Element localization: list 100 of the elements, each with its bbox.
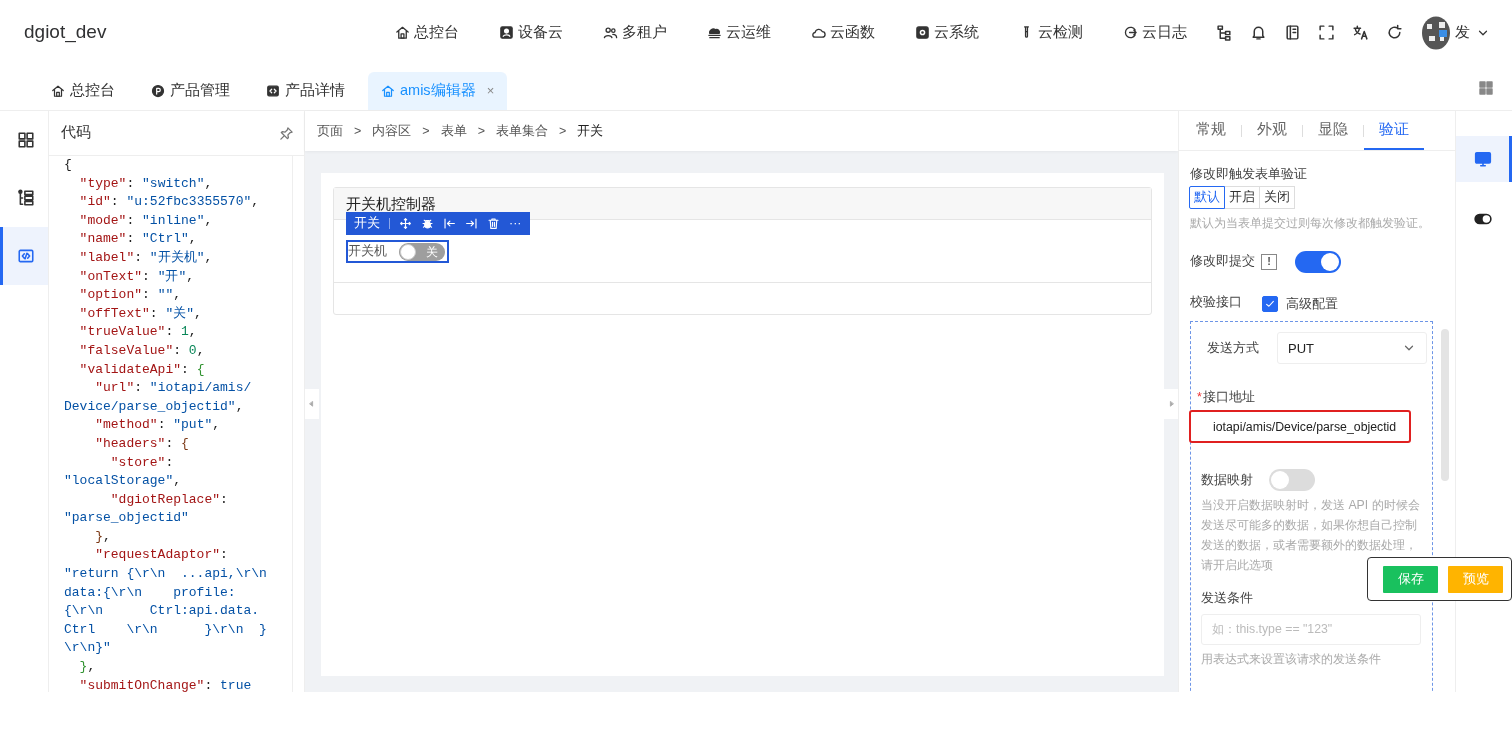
tab[interactable]: 产品管理	[138, 72, 243, 110]
code-line: },	[78, 658, 97, 677]
trash-icon[interactable]	[487, 217, 500, 230]
breadcrumb-item[interactable]: 开关	[577, 121, 604, 141]
tab[interactable]: 验证	[1364, 111, 1424, 150]
field-label: 开关机	[348, 243, 387, 261]
code-line: "parse_objectid"	[64, 509, 190, 528]
option-button[interactable]: 关闭	[1259, 185, 1295, 209]
panel-title: 代码	[61, 123, 91, 143]
arrow-icon	[1123, 25, 1138, 40]
move-icon[interactable]	[399, 217, 412, 230]
bug-icon[interactable]	[421, 217, 434, 230]
code-line: "localStorage",	[64, 472, 183, 491]
home-icon	[51, 84, 65, 98]
tab[interactable]: 显隐	[1303, 111, 1363, 150]
more-button[interactable]: ···	[509, 214, 522, 233]
code-line: "headers": {	[94, 434, 190, 453]
gear-icon	[915, 25, 930, 40]
code-icon[interactable]	[16, 247, 35, 265]
breadcrumb-item[interactable]: 表单	[440, 121, 467, 141]
toolbar-label: 开关	[354, 215, 380, 233]
field-label: 接口地址	[1202, 390, 1255, 405]
code-line: "offText": "关",	[78, 304, 203, 323]
home-icon	[395, 25, 410, 40]
nav-item[interactable]: 云日志	[1103, 21, 1207, 44]
code-line: "dgiotReplace":	[109, 490, 229, 509]
app-title: dgiot_dev	[24, 20, 107, 45]
code-line: "name": "Ctrl",	[78, 230, 198, 249]
toggle-switch[interactable]	[1269, 469, 1315, 491]
code-line: "mode": "inline",	[78, 211, 214, 230]
hint-text: 用表达式来设置该请求的发送条件	[1201, 650, 1382, 668]
scrollbar[interactable]	[1441, 329, 1449, 481]
cloud-icon	[707, 25, 722, 40]
option-button[interactable]: 默认	[1189, 185, 1225, 209]
breadcrumb-item[interactable]: 页面	[317, 121, 343, 141]
code-line: \r\n}"	[64, 639, 112, 658]
toggle-switch[interactable]	[1295, 250, 1341, 273]
field-label: 修改即提交	[1190, 253, 1255, 271]
monitor-icon[interactable]	[1473, 150, 1492, 168]
breadcrumb-separator: >	[422, 122, 430, 140]
tab[interactable]: 外观	[1242, 111, 1302, 150]
code-line: "validateApi": {	[78, 360, 206, 379]
code-line: Device/parse_objectid",	[64, 397, 245, 416]
field-label: 校验接口	[1190, 293, 1242, 311]
arrow-right-bar-icon[interactable]	[465, 217, 478, 230]
tree-list-icon[interactable]	[16, 189, 35, 207]
field-label: 发送条件	[1201, 590, 1254, 607]
code-line: "submitOnChange": true	[78, 676, 253, 692]
code-line: "onText": "开",	[78, 267, 196, 286]
code-line: "return {\r\n ...api,\r\n	[64, 565, 268, 584]
info-icon[interactable]: !	[1261, 253, 1277, 270]
code-line: data:{\r\n profile:	[64, 583, 237, 602]
method-select[interactable]: PUT	[1277, 332, 1427, 365]
field-label: 修改即触发表单验证	[1190, 166, 1308, 183]
code-line: "id": "u:52fbc3355570",	[78, 193, 261, 212]
code-line: "type": "switch",	[78, 174, 214, 193]
form-title: 开关机控制器	[346, 196, 436, 212]
nav-item[interactable]: 设备云	[479, 21, 583, 44]
grid-icon[interactable]	[16, 131, 35, 149]
breadcrumb-item[interactable]: 内容区	[372, 121, 412, 141]
code-line: "requestAdaptor":	[94, 546, 229, 565]
code-line: },	[94, 527, 112, 546]
nav-item[interactable]: 云函数	[791, 21, 895, 44]
code-line: "falseValue": 0,	[78, 341, 206, 360]
breadcrumb-separator: >	[477, 122, 485, 140]
code-line: Ctrl \r\n }\r\n }	[64, 620, 268, 639]
breadcrumb-item[interactable]: 表单集合	[495, 121, 548, 141]
book-icon[interactable]	[1283, 24, 1301, 41]
people-icon	[603, 25, 618, 40]
p-circle-icon	[151, 84, 165, 98]
required-mark: *	[1197, 390, 1202, 405]
nav-item[interactable]: 云系统	[895, 21, 999, 44]
tab[interactable]: 常规	[1181, 111, 1241, 150]
field-label: 发送方式	[1207, 339, 1259, 357]
id-card-icon	[499, 25, 514, 40]
code-line: "label": "开关机",	[78, 248, 214, 267]
code-icon	[266, 84, 280, 98]
fullscreen-icon[interactable]	[1317, 24, 1335, 41]
tab[interactable]: 产品详情	[253, 72, 358, 110]
checkbox[interactable]	[1262, 295, 1278, 312]
translate-icon[interactable]	[1351, 24, 1369, 41]
url-field[interactable]: iotapi/amis/Device/parse_objectid	[1189, 410, 1411, 443]
user-name[interactable]: 发	[1455, 21, 1470, 44]
nav-item[interactable]: 总控台	[375, 21, 479, 44]
breadcrumb-separator: >	[558, 122, 567, 140]
pin-icon[interactable]	[279, 125, 294, 141]
nav-item[interactable]: 云运维	[687, 21, 791, 44]
code-line: "url": "iotapi/amis/	[94, 379, 253, 398]
code-line: {\r\n Ctrl:api.data.	[64, 602, 261, 621]
refresh-icon[interactable]	[1385, 24, 1403, 41]
option-button[interactable]: 开启	[1224, 185, 1260, 209]
arrow-left-bar-icon[interactable]	[443, 217, 456, 230]
condition-field[interactable]: 如：this.type == "123"	[1201, 613, 1421, 645]
tree-icon[interactable]	[1215, 24, 1233, 41]
tab[interactable]: 总控台	[38, 72, 128, 110]
nav-item[interactable]: 云检测	[999, 21, 1103, 44]
code-line: {	[64, 156, 73, 174]
field-label: 数据映射	[1201, 471, 1253, 489]
avatar[interactable]	[1421, 15, 1451, 50]
nav-item[interactable]: 多租户	[583, 21, 687, 44]
